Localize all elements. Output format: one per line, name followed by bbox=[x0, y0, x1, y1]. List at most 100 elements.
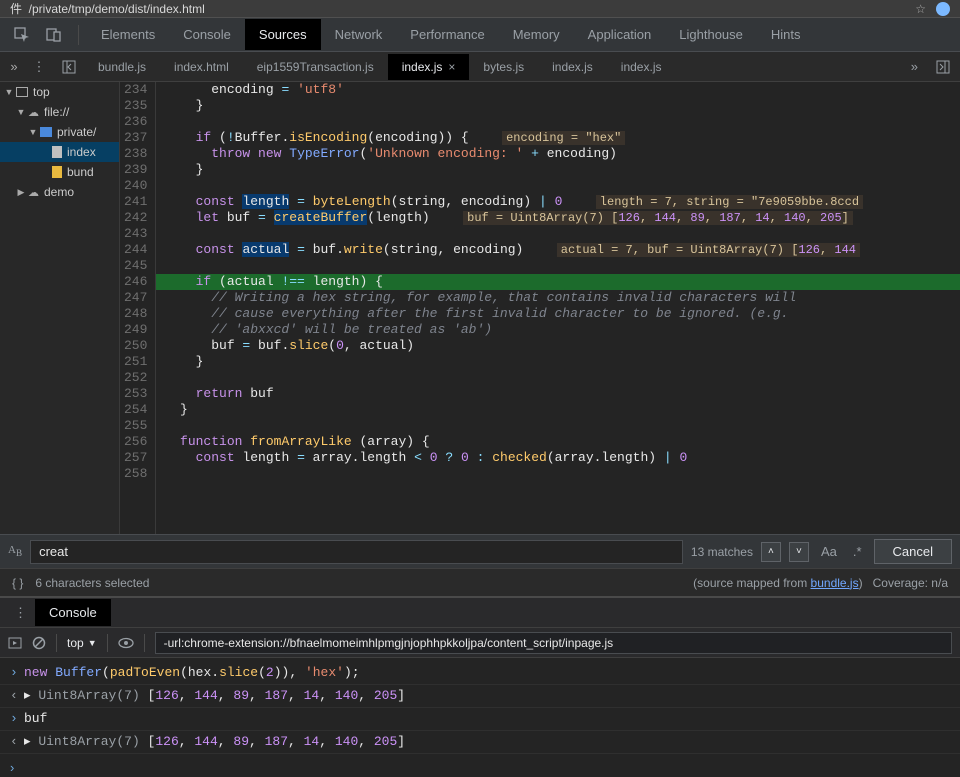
file-tab[interactable]: eip1559Transaction.js bbox=[243, 54, 388, 80]
console-row[interactable]: ›new Buffer(padToEven(hex.slice(2)), 'he… bbox=[0, 662, 960, 685]
regex-toggle[interactable]: .* bbox=[849, 544, 866, 559]
code-line[interactable] bbox=[156, 114, 960, 130]
selection-info: 6 characters selected bbox=[35, 576, 149, 590]
file-tab[interactable]: index.html bbox=[160, 54, 243, 80]
code-line[interactable]: // Writing a hex string, for example, th… bbox=[156, 290, 960, 306]
divider bbox=[56, 634, 57, 652]
debugger-toggle-icon[interactable] bbox=[930, 54, 956, 80]
code-line[interactable]: } bbox=[156, 402, 960, 418]
code-line[interactable]: const length = array.length < 0 ? 0 : ch… bbox=[156, 450, 960, 466]
code-line[interactable]: let buf = createBuffer(length) buf = Uin… bbox=[156, 210, 960, 226]
more-tabs-right-icon[interactable]: » bbox=[901, 59, 928, 74]
address-bar: 件 /private/tmp/demo/dist/index.html ☆ bbox=[0, 0, 960, 18]
code-line[interactable]: // cause everything after the first inva… bbox=[156, 306, 960, 322]
source-map-info: (source mapped from bundle.js) Coverage:… bbox=[693, 576, 948, 590]
console-toolbar: top▼ bbox=[0, 628, 960, 658]
match-case-toggle[interactable]: Aa bbox=[817, 544, 841, 559]
line-number-gutter: 2342352362372382392402412422432442452462… bbox=[120, 82, 156, 534]
console-play-icon[interactable] bbox=[8, 636, 22, 650]
console-row[interactable]: ‹▸ Uint8Array(7) [126, 144, 89, 187, 14,… bbox=[0, 731, 960, 754]
file-tab[interactable]: bundle.js bbox=[84, 54, 160, 80]
console-menu-icon[interactable]: ⋮ bbox=[6, 605, 35, 621]
code-line[interactable]: const length = byteLength(string, encodi… bbox=[156, 194, 960, 210]
tree-item[interactable]: ▼☁file:// bbox=[0, 102, 119, 122]
code-line[interactable]: } bbox=[156, 354, 960, 370]
code-line[interactable]: throw new TypeError('Unknown encoding: '… bbox=[156, 146, 960, 162]
file-tab[interactable]: index.js× bbox=[388, 54, 470, 80]
code-editor[interactable]: 2342352362372382392402412422432442452462… bbox=[120, 82, 960, 534]
console-drawer: ⋮ Console top▼ ›new Buffer(padToEven(hex… bbox=[0, 596, 960, 777]
divider bbox=[78, 25, 79, 45]
divider bbox=[107, 634, 108, 652]
code-line[interactable] bbox=[156, 418, 960, 434]
code-line[interactable] bbox=[156, 370, 960, 386]
code-line[interactable] bbox=[156, 466, 960, 482]
code-line[interactable]: if (actual !== length) { bbox=[156, 274, 960, 290]
console-prompt[interactable]: › bbox=[0, 758, 960, 777]
tab-elements[interactable]: Elements bbox=[87, 19, 169, 50]
more-tabs-left-icon[interactable]: » bbox=[4, 59, 24, 74]
tab-sources[interactable]: Sources bbox=[245, 19, 321, 50]
sources-file-tabs: » ⋮ bundle.jsindex.htmleip1559Transactio… bbox=[0, 52, 960, 82]
console-row[interactable]: ‹▸ Uint8Array(7) [126, 144, 89, 187, 14,… bbox=[0, 685, 960, 708]
tree-item[interactable]: ▶☁demo bbox=[0, 182, 119, 202]
code-line[interactable]: return buf bbox=[156, 386, 960, 402]
file-tab[interactable]: index.js bbox=[607, 54, 676, 80]
tree-item[interactable]: ▼top bbox=[0, 82, 119, 102]
divider bbox=[144, 634, 145, 652]
tab-lighthouse[interactable]: Lighthouse bbox=[665, 19, 757, 50]
code-line[interactable]: const actual = buf.write(string, encodin… bbox=[156, 242, 960, 258]
code-line[interactable]: } bbox=[156, 98, 960, 114]
file-tab[interactable]: bytes.js bbox=[469, 54, 538, 80]
cancel-button[interactable]: Cancel bbox=[874, 539, 952, 564]
code-line[interactable]: } bbox=[156, 162, 960, 178]
pretty-print-icon[interactable]: { } bbox=[12, 576, 23, 590]
prompt-caret-icon: › bbox=[10, 760, 24, 775]
tab-performance[interactable]: Performance bbox=[396, 19, 498, 50]
tree-item[interactable]: ▼private/ bbox=[0, 122, 119, 142]
code-line[interactable]: buf = buf.slice(0, actual) bbox=[156, 338, 960, 354]
navigator-toggle-icon[interactable] bbox=[56, 54, 82, 80]
search-mode-icon[interactable]: AB bbox=[8, 544, 22, 558]
editor-search-bar: AB 13 matches ˄ ˅ Aa .* Cancel bbox=[0, 534, 960, 568]
file-tab[interactable]: index.js bbox=[538, 54, 607, 80]
tree-item[interactable]: index bbox=[0, 142, 119, 162]
file-navigator: ▼top▼☁file://▼private/indexbund▶☁demo bbox=[0, 82, 120, 534]
code-line[interactable]: encoding = 'utf8' bbox=[156, 82, 960, 98]
live-expression-icon[interactable] bbox=[118, 637, 134, 649]
editor-status-bar: { } 6 characters selected (source mapped… bbox=[0, 568, 960, 596]
tab-console[interactable]: Console bbox=[35, 599, 111, 626]
tab-console[interactable]: Console bbox=[169, 19, 245, 50]
profile-avatar[interactable] bbox=[936, 2, 950, 16]
next-match-button[interactable]: ˅ bbox=[789, 542, 809, 562]
tab-memory[interactable]: Memory bbox=[499, 19, 574, 50]
tab-network[interactable]: Network bbox=[321, 19, 397, 50]
code-line[interactable] bbox=[156, 226, 960, 242]
console-filter-input[interactable] bbox=[155, 632, 952, 654]
inspect-element-icon[interactable] bbox=[10, 23, 34, 47]
source-map-link[interactable]: bundle.js bbox=[811, 576, 859, 590]
code-line[interactable] bbox=[156, 178, 960, 194]
search-input[interactable] bbox=[30, 540, 683, 564]
code-line[interactable]: function fromArrayLike (array) { bbox=[156, 434, 960, 450]
code-line[interactable] bbox=[156, 258, 960, 274]
tab-application[interactable]: Application bbox=[574, 19, 666, 50]
url-prefix: 件 bbox=[10, 0, 29, 17]
tree-item[interactable]: bund bbox=[0, 162, 119, 182]
sources-main-area: ▼top▼☁file://▼private/indexbund▶☁demo 23… bbox=[0, 82, 960, 534]
bookmark-star-icon[interactable]: ☆ bbox=[915, 2, 926, 16]
url-path: /private/tmp/demo/dist/index.html bbox=[29, 2, 205, 16]
device-toggle-icon[interactable] bbox=[42, 23, 66, 47]
code-line[interactable]: if (!Buffer.isEncoding(encoding)) { enco… bbox=[156, 130, 960, 146]
devtools-main-tabs: ElementsConsoleSourcesNetworkPerformance… bbox=[0, 18, 960, 52]
prev-match-button[interactable]: ˄ bbox=[761, 542, 781, 562]
console-header: ⋮ Console bbox=[0, 598, 960, 628]
tab-hints[interactable]: Hints bbox=[757, 19, 815, 50]
code-content[interactable]: encoding = 'utf8' } if (!Buffer.isEncodi… bbox=[156, 82, 960, 534]
clear-console-icon[interactable] bbox=[32, 636, 46, 650]
code-line[interactable]: // 'abxxcd' will be treated as 'ab') bbox=[156, 322, 960, 338]
close-tab-icon[interactable]: × bbox=[448, 60, 455, 74]
kebab-menu-icon[interactable]: ⋮ bbox=[26, 54, 52, 80]
execution-context-selector[interactable]: top▼ bbox=[67, 636, 97, 650]
console-row[interactable]: ›buf bbox=[0, 708, 960, 731]
